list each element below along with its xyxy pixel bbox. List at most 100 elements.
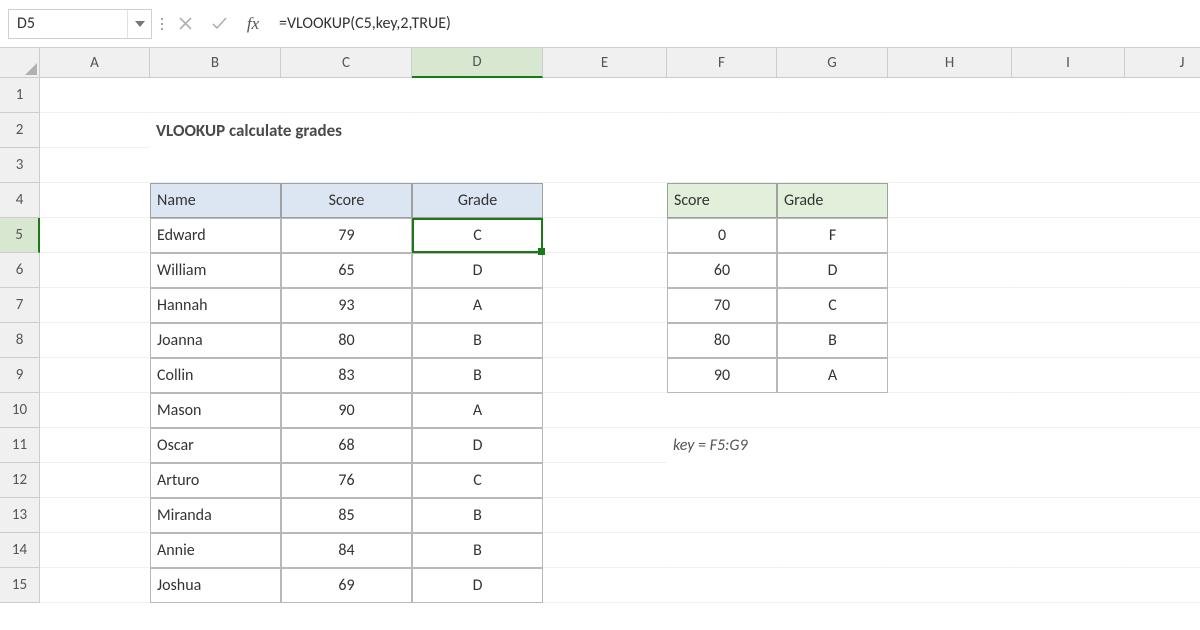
page-title[interactable]: VLOOKUP calculate grades bbox=[150, 113, 750, 148]
row-header[interactable]: 4 bbox=[0, 183, 40, 218]
key-grade[interactable]: D bbox=[777, 253, 888, 288]
col-header[interactable]: F bbox=[667, 48, 777, 78]
grades-score[interactable]: 65 bbox=[281, 253, 412, 288]
cell[interactable] bbox=[888, 323, 1012, 358]
cell[interactable] bbox=[777, 78, 888, 113]
row-header[interactable]: 8 bbox=[0, 323, 40, 358]
col-header[interactable]: C bbox=[281, 48, 412, 78]
cell[interactable] bbox=[1012, 218, 1125, 253]
cell[interactable] bbox=[1125, 288, 1200, 323]
cell[interactable] bbox=[281, 78, 412, 113]
grades-grade[interactable]: B bbox=[412, 358, 543, 393]
key-header-grade[interactable]: Grade bbox=[777, 183, 888, 218]
cell[interactable] bbox=[777, 393, 888, 428]
grades-score[interactable]: 93 bbox=[281, 288, 412, 323]
cell[interactable] bbox=[1012, 498, 1125, 533]
cell[interactable] bbox=[543, 428, 667, 463]
cell[interactable] bbox=[40, 568, 150, 603]
cell[interactable] bbox=[1125, 183, 1200, 218]
grades-name[interactable]: Hannah bbox=[150, 288, 281, 323]
cell[interactable] bbox=[150, 148, 281, 183]
cell[interactable] bbox=[543, 568, 667, 603]
cell[interactable] bbox=[1012, 393, 1125, 428]
cell[interactable] bbox=[40, 288, 150, 323]
cell[interactable] bbox=[888, 533, 1012, 568]
row-header[interactable]: 14 bbox=[0, 533, 40, 568]
cell[interactable] bbox=[667, 568, 777, 603]
grades-name[interactable]: William bbox=[150, 253, 281, 288]
cell[interactable] bbox=[40, 78, 150, 113]
grades-score[interactable]: 90 bbox=[281, 393, 412, 428]
cell[interactable] bbox=[667, 533, 777, 568]
grades-name[interactable]: Mason bbox=[150, 393, 281, 428]
key-score[interactable]: 70 bbox=[667, 288, 777, 323]
cell[interactable] bbox=[281, 148, 412, 183]
key-score[interactable]: 0 bbox=[667, 218, 777, 253]
cell[interactable] bbox=[667, 463, 777, 498]
cell[interactable] bbox=[543, 463, 667, 498]
cell[interactable] bbox=[543, 218, 667, 253]
cell[interactable] bbox=[888, 393, 1012, 428]
grades-name[interactable]: Joanna bbox=[150, 323, 281, 358]
cell[interactable] bbox=[777, 498, 888, 533]
grades-name[interactable]: Annie bbox=[150, 533, 281, 568]
cell[interactable] bbox=[543, 183, 667, 218]
cell[interactable] bbox=[40, 183, 150, 218]
cell[interactable] bbox=[777, 568, 888, 603]
cell[interactable] bbox=[40, 148, 150, 183]
grades-grade[interactable]: A bbox=[412, 288, 543, 323]
cell[interactable] bbox=[1012, 323, 1125, 358]
table-header-grade[interactable]: Grade bbox=[412, 183, 543, 218]
cell[interactable] bbox=[1012, 183, 1125, 218]
grades-name[interactable]: Edward bbox=[150, 218, 281, 253]
cell[interactable] bbox=[667, 393, 777, 428]
grades-name[interactable]: Oscar bbox=[150, 428, 281, 463]
cell[interactable] bbox=[543, 78, 667, 113]
grades-score[interactable]: 85 bbox=[281, 498, 412, 533]
grades-score[interactable]: 80 bbox=[281, 323, 412, 358]
cell[interactable] bbox=[150, 78, 281, 113]
cell[interactable] bbox=[543, 323, 667, 358]
cell[interactable] bbox=[777, 148, 888, 183]
cell[interactable] bbox=[1012, 358, 1125, 393]
cell[interactable] bbox=[543, 533, 667, 568]
cell[interactable] bbox=[1125, 323, 1200, 358]
cell[interactable] bbox=[40, 253, 150, 288]
grades-name[interactable]: Arturo bbox=[150, 463, 281, 498]
key-score[interactable]: 80 bbox=[667, 323, 777, 358]
key-grade[interactable]: B bbox=[777, 323, 888, 358]
cell[interactable] bbox=[40, 463, 150, 498]
cell[interactable] bbox=[888, 568, 1012, 603]
col-header[interactable]: B bbox=[150, 48, 281, 78]
cell[interactable] bbox=[888, 218, 1012, 253]
grades-grade[interactable]: D bbox=[412, 428, 543, 463]
grades-name[interactable]: Joshua bbox=[150, 568, 281, 603]
cell[interactable] bbox=[1125, 533, 1200, 568]
name-box[interactable]: D5 bbox=[9, 10, 127, 38]
cell[interactable] bbox=[1012, 568, 1125, 603]
row-header[interactable]: 5 bbox=[0, 218, 40, 253]
cell[interactable] bbox=[1012, 533, 1125, 568]
cell[interactable] bbox=[1125, 148, 1200, 183]
row-header[interactable]: 11 bbox=[0, 428, 40, 463]
key-grade[interactable]: C bbox=[777, 288, 888, 323]
cell[interactable] bbox=[543, 288, 667, 323]
row-header[interactable]: 15 bbox=[0, 568, 40, 603]
cell[interactable] bbox=[40, 393, 150, 428]
cell[interactable] bbox=[1125, 253, 1200, 288]
grades-grade[interactable]: D bbox=[412, 253, 543, 288]
cell[interactable] bbox=[543, 498, 667, 533]
key-grade[interactable]: F bbox=[777, 218, 888, 253]
col-header[interactable]: H bbox=[888, 48, 1012, 78]
grades-grade[interactable]: C bbox=[412, 218, 543, 253]
cell[interactable] bbox=[1012, 78, 1125, 113]
cell[interactable] bbox=[40, 113, 150, 148]
cell[interactable] bbox=[40, 428, 150, 463]
grades-name[interactable]: Collin bbox=[150, 358, 281, 393]
cell[interactable] bbox=[1012, 148, 1125, 183]
grades-name[interactable]: Miranda bbox=[150, 498, 281, 533]
row-header[interactable]: 7 bbox=[0, 288, 40, 323]
cell[interactable] bbox=[40, 323, 150, 358]
cell[interactable] bbox=[1125, 78, 1200, 113]
cell[interactable] bbox=[888, 463, 1012, 498]
